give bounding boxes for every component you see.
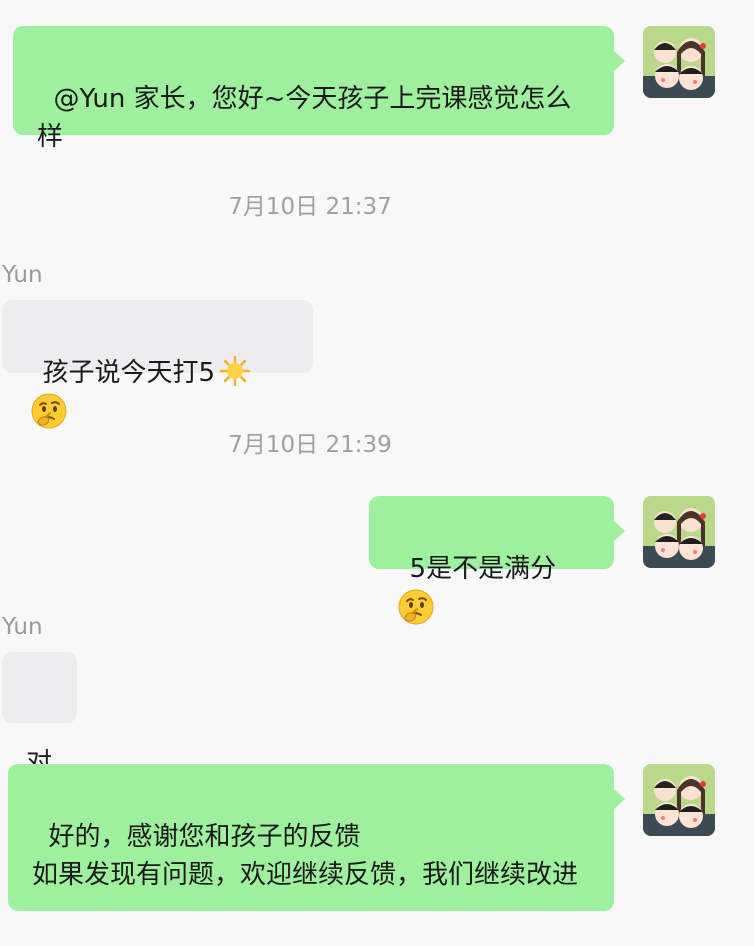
user-avatar[interactable] (643, 496, 715, 568)
sender-name: Yun (2, 262, 43, 288)
message-text: 好的，感谢您和孩子的反馈 如果发现有问题，欢迎继续反馈，我们继续改进 (32, 822, 579, 890)
message-text: 孩子说今天打5 (42, 358, 216, 388)
message-text: @Yun 家长，您好~今天孩子上完课感觉怎么样 (37, 84, 572, 152)
message-timestamp: 7月10日 21:37 (228, 194, 392, 220)
message-text: 5是不是满分 (409, 554, 557, 584)
sender-name: Yun (2, 614, 43, 640)
thinking-face-emoji-icon (398, 589, 434, 625)
outgoing-message-bubble[interactable]: @Yun 家长，您好~今天孩子上完课感觉怎么样 (13, 26, 625, 152)
outgoing-message-bubble[interactable]: 好的，感谢您和孩子的反馈 如果发现有问题，欢迎继续反馈，我们继续改进 (8, 764, 625, 911)
family-cartoon-icon (643, 26, 715, 98)
family-cartoon-icon (643, 764, 715, 836)
user-avatar[interactable] (643, 26, 715, 98)
message-timestamp: 7月10日 21:39 (228, 432, 392, 458)
incoming-message-bubble[interactable]: 对 (2, 652, 77, 778)
user-avatar[interactable] (643, 764, 715, 836)
outgoing-message-bubble[interactable]: 5是不是满分 (369, 496, 625, 625)
incoming-message-bubble[interactable]: 孩子说今天打5 (2, 300, 313, 429)
family-cartoon-icon (643, 496, 715, 568)
sun-emoji-icon (219, 355, 251, 387)
